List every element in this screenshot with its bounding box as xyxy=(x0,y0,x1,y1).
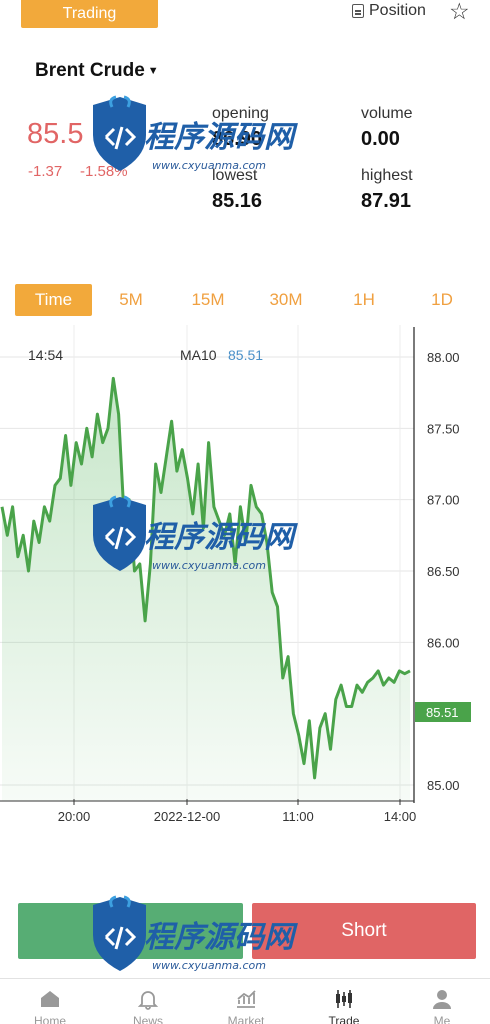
cursor-time: 14:54 xyxy=(28,347,63,363)
nav-item-me[interactable]: Me xyxy=(402,987,482,1024)
star-icon[interactable]: ☆ xyxy=(449,0,470,23)
timeframe-1d[interactable]: 1D xyxy=(418,284,466,316)
lowest-value: 85.16 xyxy=(212,190,263,212)
highest-value: 87.91 xyxy=(361,190,412,212)
caret-down-icon: ▼ xyxy=(147,65,159,77)
bell-icon xyxy=(137,991,159,1010)
price-change: -1.37 xyxy=(28,163,63,180)
y-tick-label: 86.00 xyxy=(427,635,460,650)
document-icon xyxy=(352,4,364,18)
chart-icon xyxy=(237,990,256,1008)
tab-trading[interactable]: Trading xyxy=(21,0,158,28)
nav-label-home: Home xyxy=(33,1014,66,1024)
volume-value: 0.00 xyxy=(361,128,400,150)
y-tick-label: 87.50 xyxy=(427,421,460,436)
nav-item-market[interactable]: Market xyxy=(206,987,286,1024)
timeframe-30m[interactable]: 30M xyxy=(258,284,314,316)
highest-label: highest xyxy=(361,167,413,184)
timeframe-1h[interactable]: 1H xyxy=(340,284,388,316)
price-area xyxy=(2,378,410,801)
volume-label: volume xyxy=(361,105,413,122)
position-label: Position xyxy=(369,2,426,19)
nav-label-market: Market xyxy=(227,1014,265,1024)
long-button[interactable] xyxy=(18,903,243,959)
instrument-selector[interactable]: Brent Crude ▼ xyxy=(35,60,159,82)
x-tick-label: 11:00 xyxy=(282,809,314,824)
instrument-name: Brent Crude xyxy=(35,60,145,81)
nav-label-trade: Trade xyxy=(328,1014,360,1024)
price-change-percent: -1.58% xyxy=(80,163,128,180)
watermark-url: www.cxyuanma.com xyxy=(152,959,266,972)
current-price-tag-text: 85.51 xyxy=(426,705,459,720)
current-price: 85.5 xyxy=(27,118,84,150)
x-tick-label: 14:00 xyxy=(384,809,417,824)
opening-value: 86.90 xyxy=(212,128,263,150)
price-chart[interactable]: 88.00 87.50 87.00 86.50 86.00 85.00 20:00 2022… xyxy=(0,325,490,830)
timeframe-bar: Time 5M 15M 30M 1H 1D xyxy=(0,284,490,316)
y-tick-label: 85.00 xyxy=(427,778,460,793)
x-tick-label: 2022-12-00 xyxy=(154,809,221,824)
nav-label-news: News xyxy=(132,1014,163,1024)
nav-item-trade[interactable]: Trade xyxy=(304,987,384,1024)
candlestick-icon xyxy=(336,990,352,1008)
home-icon xyxy=(41,991,59,1007)
timeframe-5m[interactable]: 5M xyxy=(105,284,157,316)
ma-value: 85.51 xyxy=(228,347,263,363)
y-tick-label: 88.00 xyxy=(427,350,460,365)
bottom-nav: Home News Market Trade Me xyxy=(0,978,490,1024)
user-icon xyxy=(433,990,451,1009)
timeframe-15m[interactable]: 15M xyxy=(180,284,236,316)
short-button[interactable]: Short xyxy=(252,903,476,959)
opening-label: opening xyxy=(212,105,269,122)
nav-item-news[interactable]: News xyxy=(108,987,188,1024)
y-tick-label: 87.00 xyxy=(427,493,460,508)
lowest-label: lowest xyxy=(212,167,258,184)
x-tick-label: 20:00 xyxy=(58,809,91,824)
current-price-tag: 85.51 xyxy=(415,702,471,722)
nav-label-me: Me xyxy=(433,1014,451,1024)
y-tick-label: 86.50 xyxy=(427,564,460,579)
position-button[interactable]: Position xyxy=(352,2,426,20)
timeframe-time[interactable]: Time xyxy=(15,284,92,316)
ma-label: MA10 xyxy=(180,347,217,363)
nav-item-home[interactable]: Home xyxy=(10,987,90,1024)
